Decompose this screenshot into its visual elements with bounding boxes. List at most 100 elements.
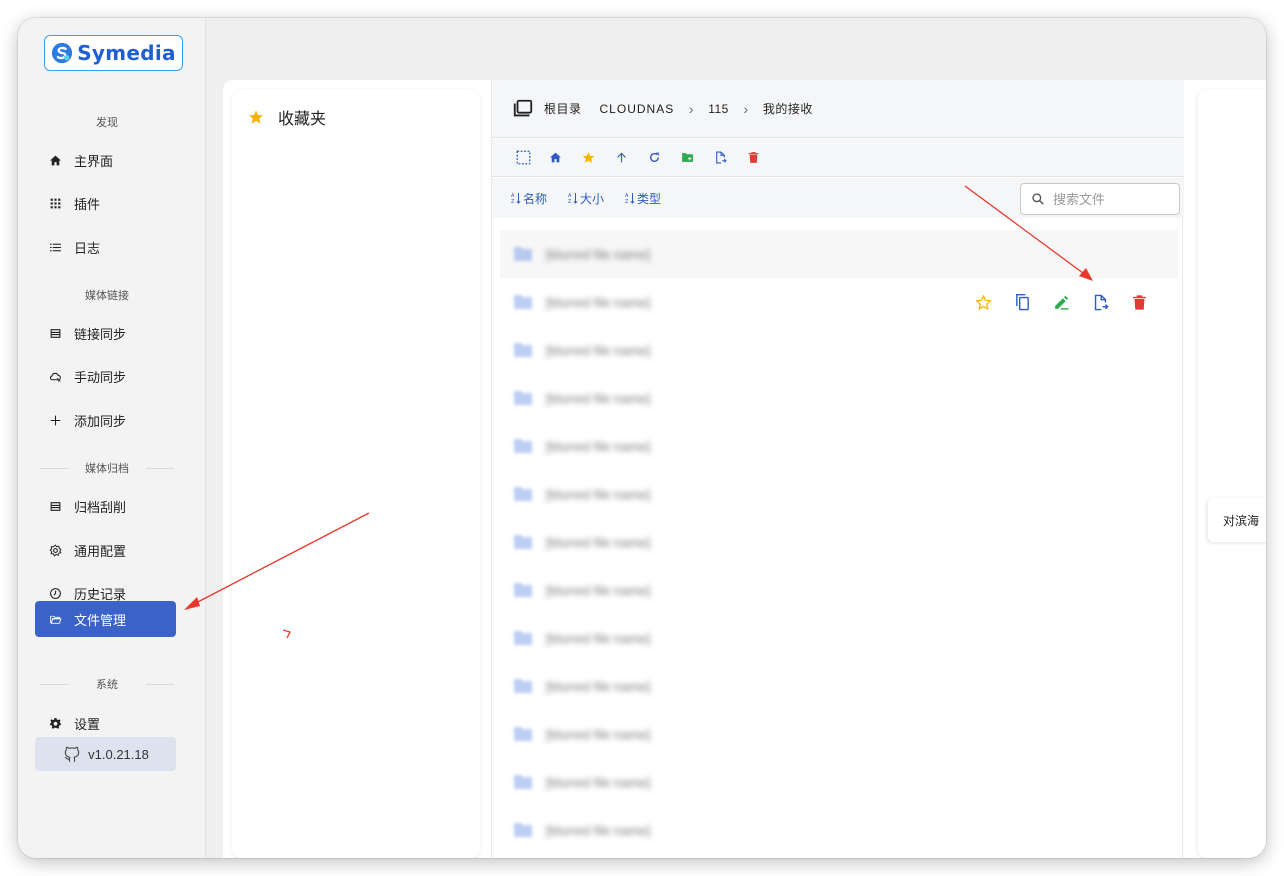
version-badge[interactable]: v1.0.21.18	[35, 737, 176, 771]
file-move-icon	[1094, 294, 1109, 310]
file-row[interactable]: [blurred file name]	[500, 326, 1178, 374]
file-name: [blurred file name]	[546, 822, 651, 838]
sidebar-item-add-sync[interactable]: 添加同步	[35, 402, 176, 438]
row-delete-button[interactable]	[1130, 291, 1149, 313]
table-icon	[50, 328, 61, 338]
file-row[interactable]: [blurred file name]	[500, 758, 1178, 806]
file-name: [blurred file name]	[546, 726, 651, 742]
sidebar-item-label: 添加同步	[74, 413, 127, 429]
file-row[interactable]: [blurred file name]	[500, 230, 1178, 278]
file-row[interactable]: [blurred file name]	[500, 422, 1178, 470]
file-name: [blurred file name]	[546, 438, 651, 454]
row-favorite-button[interactable]	[974, 291, 993, 313]
file-name: [blurred file name]	[546, 294, 651, 310]
apps-grid-icon	[50, 198, 61, 208]
search-input[interactable]	[1053, 191, 1163, 207]
list-icon	[50, 243, 61, 251]
app-logo[interactable]: Symedia	[44, 35, 183, 71]
folder-icon	[514, 343, 532, 357]
folder-icon	[514, 439, 532, 453]
star-outline-icon	[975, 294, 992, 310]
file-row[interactable]: [blurred file name]	[500, 470, 1178, 518]
folders-icon[interactable]	[512, 98, 534, 120]
arrow-up-icon	[617, 152, 626, 163]
refresh-icon	[650, 152, 659, 162]
file-name: [blurred file name]	[546, 534, 651, 550]
breadcrumb-item[interactable]: CLOUDNAS	[600, 102, 675, 116]
cog-outline-icon	[49, 544, 62, 556]
sort-label: 名称	[523, 191, 548, 206]
details-panel: 对滨海	[1198, 89, 1266, 858]
file-row[interactable]: [blurred file name]	[500, 374, 1178, 422]
file-row[interactable]: [blurred file name]	[500, 806, 1178, 854]
sort-by-size-button[interactable]: AZ 大小	[568, 190, 604, 207]
file-row[interactable]: [blurred file name]	[500, 518, 1178, 566]
file-row[interactable]: [blurred file name]	[500, 566, 1178, 614]
row-rename-button[interactable]	[1052, 291, 1071, 313]
section-label-media-links: 媒体链接	[85, 290, 129, 302]
trash-icon	[1133, 294, 1146, 310]
cloud-sync-icon	[49, 372, 61, 382]
breadcrumb-root[interactable]: 根目录	[544, 100, 582, 117]
app-version: v1.0.21.18	[88, 746, 149, 762]
favorites-panel: 收藏夹	[232, 89, 480, 858]
table-icon	[50, 501, 61, 511]
sort-label: 类型	[637, 191, 662, 206]
refresh-button[interactable]	[648, 146, 681, 170]
file-row[interactable]: [blurred file name]	[500, 710, 1178, 758]
favorite-folder-button[interactable]	[582, 146, 615, 170]
sidebar-item-file-manager[interactable]: 文件管理	[35, 601, 176, 637]
folder-icon	[514, 487, 532, 501]
file-row[interactable]: [blurred file name]	[500, 278, 1178, 326]
file-row[interactable]: [blurred file name]	[500, 614, 1178, 662]
sidebar-item-label: 文件管理	[74, 612, 127, 628]
sort-label: 大小	[580, 191, 605, 206]
file-row[interactable]: [blurred file name]	[500, 662, 1178, 710]
folder-icon	[514, 631, 532, 645]
chevron-right-icon: ›	[688, 100, 694, 117]
sort-by-name-button[interactable]: AZ 名称	[511, 190, 547, 207]
file-name: [blurred file name]	[546, 486, 651, 502]
sidebar-item-archive-scrape[interactable]: 归档刮削	[35, 488, 176, 524]
search-box[interactable]	[1020, 183, 1180, 215]
go-up-button[interactable]	[615, 146, 648, 170]
sidebar-item-manual-sync[interactable]: 手动同步	[35, 358, 176, 394]
svg-text:Z: Z	[511, 199, 515, 204]
folder-icon	[514, 775, 532, 789]
sidebar-item-label: 归档刮削	[74, 499, 127, 515]
select-all-button[interactable]	[516, 146, 549, 170]
row-move-button[interactable]	[1091, 291, 1110, 313]
file-name: [blurred file name]	[546, 342, 651, 358]
row-copy-button[interactable]	[1013, 291, 1032, 313]
home-icon	[550, 152, 561, 163]
file-browser: 根目录 CLOUDNAS › 115 › 我的接收 A Z 名称 A Z 大小 …	[491, 80, 1184, 858]
sort-by-type-button[interactable]: AZ 类型	[625, 190, 661, 207]
file-name: [blurred file name]	[546, 582, 651, 598]
folder-icon	[514, 679, 532, 693]
section-label-system: 系统	[40, 676, 174, 692]
sidebar-item-settings[interactable]: 设置	[35, 705, 176, 741]
details-label: 对滨海	[1223, 514, 1260, 528]
delete-button[interactable]	[747, 146, 780, 170]
section-label-discover: 发现	[96, 117, 118, 129]
folder-icon	[514, 583, 532, 597]
file-name: [blurred file name]	[546, 390, 651, 406]
sidebar-item-general-config[interactable]: 通用配置	[35, 532, 176, 568]
sidebar-item-home[interactable]: 主界面	[35, 142, 176, 178]
sidebar-item-link-sync[interactable]: 链接同步	[35, 315, 176, 351]
sidebar-item-logs[interactable]: 日志	[35, 229, 176, 265]
app-window: Symedia 发现 主界面 插件 日志 媒体链接 链接同步 手动同步 添加同步…	[18, 18, 1266, 858]
breadcrumb-item[interactable]: 115	[708, 102, 729, 116]
sidebar-item-label: 历史记录	[74, 586, 127, 602]
move-file-button[interactable]	[714, 146, 747, 170]
app-name: Symedia	[77, 41, 176, 65]
new-folder-button[interactable]	[681, 146, 714, 170]
folder-plus-icon	[682, 153, 693, 162]
section-label-media-archive: 媒体归档	[40, 460, 174, 476]
sidebar-item-label: 手动同步	[74, 369, 127, 385]
sort-icon: AZ	[625, 193, 635, 204]
file-name: [blurred file name]	[546, 774, 651, 790]
breadcrumb-item-current[interactable]: 我的接收	[763, 100, 813, 117]
go-home-button[interactable]	[549, 146, 582, 170]
sidebar-item-plugins[interactable]: 插件	[35, 185, 176, 221]
